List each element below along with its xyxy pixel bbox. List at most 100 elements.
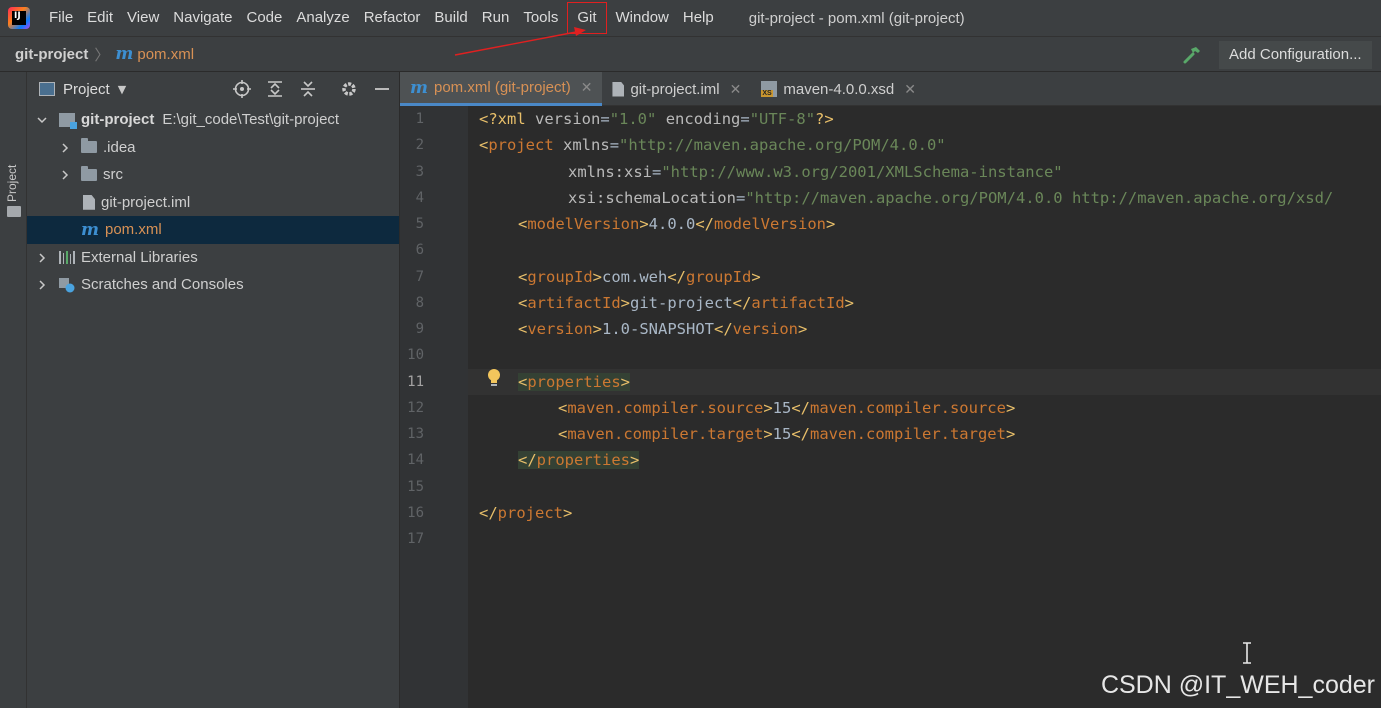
line-number: 1 xyxy=(415,111,424,127)
breadcrumb-file[interactable]: pom.xml xyxy=(137,46,194,63)
maven-file-icon: m xyxy=(81,219,99,240)
menu-view[interactable]: View xyxy=(120,0,166,36)
gear-icon[interactable] xyxy=(340,80,358,98)
locate-file-icon[interactable] xyxy=(233,80,251,98)
breadcrumb-separator-icon: 〉 xyxy=(94,45,110,64)
line-number-gutter: 1 2 3 4 5 6 7 8 9 10 11 12 13 14 15 16 1… xyxy=(400,106,468,708)
text-cursor-icon xyxy=(1243,642,1251,664)
line-number: 7 xyxy=(415,268,424,285)
line-number: 9 xyxy=(415,321,424,337)
close-icon[interactable]: ✕ xyxy=(904,81,916,98)
close-icon[interactable]: ✕ xyxy=(730,81,742,98)
tree-item-iml[interactable]: git-project.iml xyxy=(27,189,399,217)
iml-file-icon xyxy=(83,194,95,210)
build-hammer-icon[interactable] xyxy=(1182,45,1202,65)
menu-tools[interactable]: Tools xyxy=(516,0,565,36)
code-line: <version>1.0-SNAPSHOT</version> xyxy=(518,320,808,338)
menu-navigate[interactable]: Navigate xyxy=(166,0,239,36)
folder-icon xyxy=(81,165,97,181)
breadcrumb-project[interactable]: git-project xyxy=(15,46,88,63)
menu-build[interactable]: Build xyxy=(427,0,474,36)
chevron-down-icon[interactable] xyxy=(37,115,47,125)
line-number: 4 xyxy=(415,189,424,206)
chevron-right-icon[interactable] xyxy=(60,170,70,180)
collapse-all-icon[interactable] xyxy=(299,80,317,98)
line-number: 16 xyxy=(407,504,424,521)
line-number-current: 11 xyxy=(407,373,424,390)
tab-label: git-project.iml xyxy=(630,80,720,98)
tree-item-external-libraries[interactable]: External Libraries xyxy=(27,244,399,272)
code-line: </properties> xyxy=(518,451,640,469)
line-number: 3 xyxy=(415,163,424,180)
tab-pom-xml[interactable]: m pom.xml (git-project) ✕ xyxy=(400,72,603,106)
tree-item-idea[interactable]: .idea xyxy=(27,134,399,162)
project-panel-header: Project ▼ xyxy=(27,72,399,106)
menu-window[interactable]: Window xyxy=(609,0,676,36)
tree-item-src[interactable]: src xyxy=(27,161,399,189)
code-line: <maven.compiler.source>15</maven.compile… xyxy=(558,398,1016,417)
iml-file-icon xyxy=(612,81,625,97)
code-line-current: <properties> xyxy=(468,368,1381,395)
menu-code[interactable]: Code xyxy=(239,0,289,36)
menu-refactor[interactable]: Refactor xyxy=(357,0,428,36)
editor-tabs: m pom.xml (git-project) ✕ git-project.im… xyxy=(400,72,1381,106)
menu-analyze[interactable]: Analyze xyxy=(289,0,356,36)
tree-item-label: src xyxy=(103,166,123,184)
line-number: 8 xyxy=(415,294,424,311)
window-title: git-project - pom.xml (git-project) xyxy=(748,9,965,27)
code-line: <?xml version="1.0" encoding="UTF-8"?> xyxy=(479,110,834,128)
chevron-down-icon[interactable]: ▼ xyxy=(118,83,126,96)
chevron-right-icon[interactable] xyxy=(37,280,47,290)
project-view-icon xyxy=(39,82,55,96)
close-icon[interactable]: ✕ xyxy=(581,79,593,96)
tree-item-label: git-project.iml xyxy=(101,193,191,211)
chevron-right-icon[interactable] xyxy=(60,142,70,153)
tree-item-label: .idea xyxy=(103,138,136,156)
add-configuration-button[interactable]: Add Configuration... xyxy=(1219,41,1372,69)
tree-item-label: Scratches and Consoles xyxy=(81,276,244,294)
scratches-icon xyxy=(59,277,75,293)
tree-item-scratches[interactable]: Scratches and Consoles xyxy=(27,271,399,299)
tab-maven-xsd[interactable]: XS maven-4.0.0.xsd ✕ xyxy=(751,72,926,106)
library-icon xyxy=(59,250,75,264)
tree-item-label: pom.xml xyxy=(105,221,162,239)
code-line: <artifactId>git-project</artifactId> xyxy=(518,293,855,312)
tree-item-label: External Libraries xyxy=(81,248,198,266)
xsd-file-icon: XS xyxy=(761,81,778,97)
line-number: 5 xyxy=(415,216,424,232)
menu-run[interactable]: Run xyxy=(475,0,517,36)
tree-item-git-project[interactable]: git-project E:\git_code\Test\git-project xyxy=(27,106,399,134)
line-number: 12 xyxy=(407,399,424,416)
lightbulb-icon[interactable] xyxy=(486,368,502,388)
menu-help[interactable]: Help xyxy=(676,0,721,36)
tab-git-project-iml[interactable]: git-project.iml ✕ xyxy=(602,72,751,106)
menu-git[interactable]: Git xyxy=(565,0,608,36)
line-number: 17 xyxy=(407,531,424,547)
project-tree: git-project E:\git_code\Test\git-project… xyxy=(27,106,399,299)
watermark: CSDN @IT_WEH_coder xyxy=(1100,671,1375,699)
expand-all-icon[interactable] xyxy=(266,80,284,98)
intellij-logo-icon: IJ xyxy=(8,7,30,29)
editor-area: m pom.xml (git-project) ✕ git-project.im… xyxy=(400,72,1381,708)
code-line: <groupId>com.weh</groupId> xyxy=(518,267,761,286)
menu-bar: IJ File Edit View Navigate Code Analyze … xyxy=(0,0,1381,36)
minimize-icon[interactable] xyxy=(373,80,391,98)
menu-edit[interactable]: Edit xyxy=(80,0,120,36)
folder-icon xyxy=(7,206,21,217)
code-editor[interactable]: <?xml version="1.0" encoding="UTF-8"?> <… xyxy=(468,106,1381,708)
module-icon xyxy=(59,112,77,129)
tree-root-name: git-project xyxy=(81,111,155,129)
chevron-right-icon[interactable] xyxy=(37,252,47,263)
tree-item-pom[interactable]: m pom.xml xyxy=(27,216,399,244)
menu-file[interactable]: File xyxy=(42,0,80,36)
code-line: </project> xyxy=(479,503,573,522)
code-line: <project xmlns="http://maven.apache.org/… xyxy=(479,136,946,154)
line-number: 6 xyxy=(415,242,424,258)
maven-file-icon: m xyxy=(115,44,134,64)
project-view-selector[interactable]: Project xyxy=(63,81,110,98)
tab-label: pom.xml (git-project) xyxy=(434,79,571,96)
code-line: xsi:schemaLocation="http://maven.apache.… xyxy=(568,188,1334,207)
tab-label: maven-4.0.0.xsd xyxy=(783,80,895,98)
folder-icon xyxy=(81,138,97,154)
project-tool-window-button[interactable]: Project xyxy=(5,165,19,202)
